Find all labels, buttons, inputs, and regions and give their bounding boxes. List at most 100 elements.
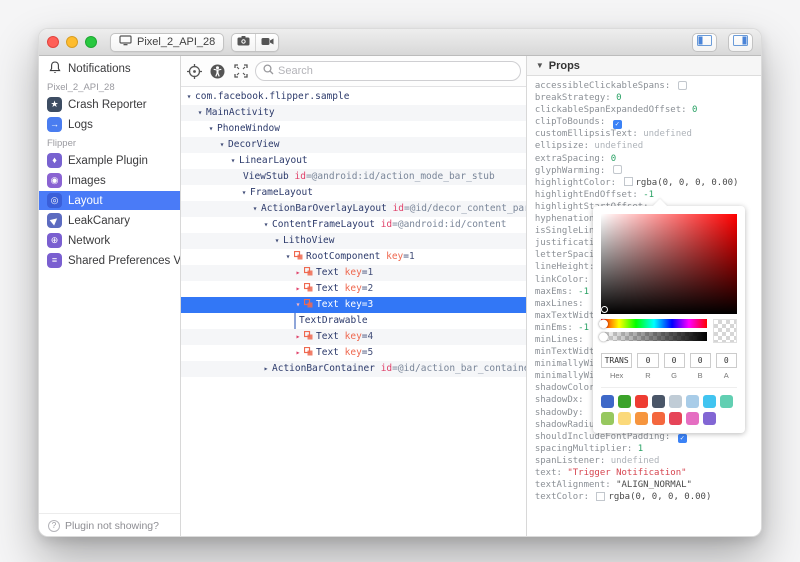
tree-row-mainactivity[interactable]: ▾ MainActivity [181, 105, 526, 121]
red-input[interactable] [637, 353, 659, 368]
chevron-right-icon[interactable]: ▸ [261, 361, 271, 377]
color-swatch[interactable] [596, 491, 606, 501]
saturation-cursor[interactable] [600, 306, 608, 313]
color-swatch[interactable] [623, 177, 633, 187]
tree-row-phonewindow[interactable]: ▾ PhoneWindow [181, 121, 526, 137]
chevron-down-icon[interactable]: ▾ [195, 105, 205, 121]
tree-row-rootcomponent[interactable]: ▾ RootComponent key=1 [181, 249, 526, 265]
green-input[interactable] [663, 353, 685, 368]
prop-row-breakstrategy: breakStrategy: 0 [535, 92, 761, 104]
chevron-down-icon[interactable]: ▾ [217, 137, 227, 153]
sidebar-item-layout[interactable]: ◎ Layout [39, 191, 180, 210]
prop-checkbox[interactable]: ✓ [677, 434, 687, 444]
sidebar-item-leakcanary[interactable]: ▶ LeakCanary [39, 211, 180, 230]
chevron-down-icon[interactable]: ▾ [250, 201, 260, 217]
target-mode-button[interactable] [186, 63, 203, 80]
alpha-handle[interactable] [598, 332, 608, 341]
preset-color-swatch[interactable] [668, 412, 682, 425]
alpha-input[interactable] [715, 353, 737, 368]
hue-handle[interactable] [598, 319, 608, 328]
tree-row-text[interactable]: ▾ Text key=3 [181, 297, 526, 313]
tree-row-linearlayout[interactable]: ▾ LinearLayout [181, 153, 526, 169]
sidebar-item-example-plugin[interactable]: ♦ Example Plugin [39, 151, 180, 170]
zoom-window-button[interactable] [85, 36, 97, 48]
preset-color-swatch[interactable] [617, 395, 631, 408]
close-window-button[interactable] [47, 36, 59, 48]
blue-input[interactable] [689, 353, 711, 368]
prop-value[interactable]: 0 [611, 154, 616, 164]
sidebar-item-notifications[interactable]: Notifications [39, 59, 180, 78]
chevron-right-icon[interactable]: ▸ [293, 281, 303, 297]
hex-input[interactable] [600, 353, 633, 368]
preset-color-swatch[interactable] [685, 412, 699, 425]
saturation-area[interactable] [600, 214, 737, 314]
preset-color-swatch[interactable] [651, 395, 665, 408]
tree-row-decorview[interactable]: ▾ DecorView [181, 137, 526, 153]
chevron-down-icon[interactable]: ▾ [293, 297, 303, 313]
expand-tree-button[interactable] [232, 63, 249, 80]
tree-search-box[interactable] [255, 61, 521, 81]
chevron-right-icon[interactable]: ▸ [293, 265, 303, 281]
preset-color-swatch[interactable] [668, 395, 682, 408]
tree-row-textdrawable[interactable]: TextDrawable [181, 313, 526, 329]
preset-color-swatch[interactable] [634, 412, 648, 425]
chevron-down-icon[interactable]: ▾ [184, 89, 194, 105]
prop-value[interactable]: -1 [643, 190, 654, 200]
tree-row-text[interactable]: ▸ Text key=5 [181, 345, 526, 361]
toggle-right-sidebar-button[interactable] [728, 32, 753, 52]
chevron-right-icon[interactable]: ▸ [293, 329, 303, 345]
chevron-down-icon[interactable]: ▾ [261, 217, 271, 233]
sidebar-item-images[interactable]: ◉ Images [39, 171, 180, 190]
prop-value[interactable]: 0 [616, 93, 621, 103]
prop-value[interactable]: "ALIGN_NORMAL" [616, 480, 692, 490]
chevron-down-icon[interactable]: ▾ [272, 233, 282, 249]
toggle-left-sidebar-button[interactable] [692, 32, 717, 52]
tree-row-lithoview[interactable]: ▾ LithoView [181, 233, 526, 249]
preset-color-swatch[interactable] [600, 395, 614, 408]
tree-row-com-facebook-flipper-sample[interactable]: ▾ com.facebook.flipper.sample [181, 89, 526, 105]
accessibility-mode-button[interactable] [209, 63, 226, 80]
tree-row-text[interactable]: ▸ Text key=1 [181, 265, 526, 281]
search-input[interactable] [278, 65, 513, 77]
sidebar-item-logs[interactable]: → Logs [39, 115, 180, 134]
preset-color-swatch[interactable] [600, 412, 614, 425]
tree-row-actionbarcontainer[interactable]: ▸ ActionBarContainer id=@id/action_bar_co… [181, 361, 526, 377]
preset-color-swatch[interactable] [702, 395, 716, 408]
plugin-not-showing-link[interactable]: ? Plugin not showing? [39, 513, 180, 536]
tree-row-contentframelayout[interactable]: ▾ ContentFrameLayout id=@android:id/conte… [181, 217, 526, 233]
prop-value[interactable]: -1 [578, 323, 589, 333]
tree-row-viewstub[interactable]: ViewStub id=@android:id/action_mode_bar_… [181, 169, 526, 185]
prop-checkbox[interactable] [612, 165, 622, 175]
sidebar-item-crash-reporter[interactable]: ★ Crash Reporter [39, 95, 180, 114]
tree-row-text[interactable]: ▸ Text key=4 [181, 329, 526, 345]
expand-corners-icon [233, 64, 248, 78]
alpha-slider[interactable] [598, 332, 707, 341]
tree-row-framelayout[interactable]: ▾ FrameLayout [181, 185, 526, 201]
prop-checkbox[interactable] [677, 80, 687, 90]
preset-color-swatch[interactable] [719, 395, 733, 408]
preset-color-swatch[interactable] [617, 412, 631, 425]
prop-value[interactable]: -1 [578, 287, 589, 297]
chevron-down-icon[interactable]: ▾ [206, 121, 216, 137]
screenshot-button[interactable] [232, 34, 255, 51]
props-section-header[interactable]: ▼ Props [526, 56, 761, 76]
prop-value[interactable]: 0 [692, 105, 697, 115]
prop-value[interactable]: "Trigger Notification" [567, 468, 686, 478]
tree-row-text[interactable]: ▸ Text key=2 [181, 281, 526, 297]
screen-record-button[interactable] [255, 33, 278, 51]
preset-color-swatch[interactable] [702, 412, 716, 425]
chevron-right-icon[interactable]: ▸ [293, 345, 303, 361]
minimize-window-button[interactable] [66, 36, 78, 48]
preset-color-swatch[interactable] [651, 412, 665, 425]
chevron-down-icon[interactable]: ▾ [228, 153, 238, 169]
device-selector-button[interactable]: Pixel_2_API_28 [110, 32, 225, 52]
sidebar-item-network[interactable]: ⊕ Network [39, 231, 180, 250]
chevron-down-icon[interactable]: ▾ [239, 185, 249, 201]
sidebar-item-shared-preferences-viewer[interactable]: ≡ Shared Preferences Viewer [39, 251, 180, 270]
tree-row-actionbaroverlaylayout[interactable]: ▾ ActionBarOverlayLayout id=@id/decor_con… [181, 201, 526, 217]
preset-color-swatch[interactable] [685, 395, 699, 408]
chevron-down-icon[interactable]: ▾ [283, 249, 293, 265]
prop-value[interactable]: 1 [638, 444, 643, 454]
hue-slider[interactable] [598, 319, 707, 328]
preset-color-swatch[interactable] [634, 395, 648, 408]
